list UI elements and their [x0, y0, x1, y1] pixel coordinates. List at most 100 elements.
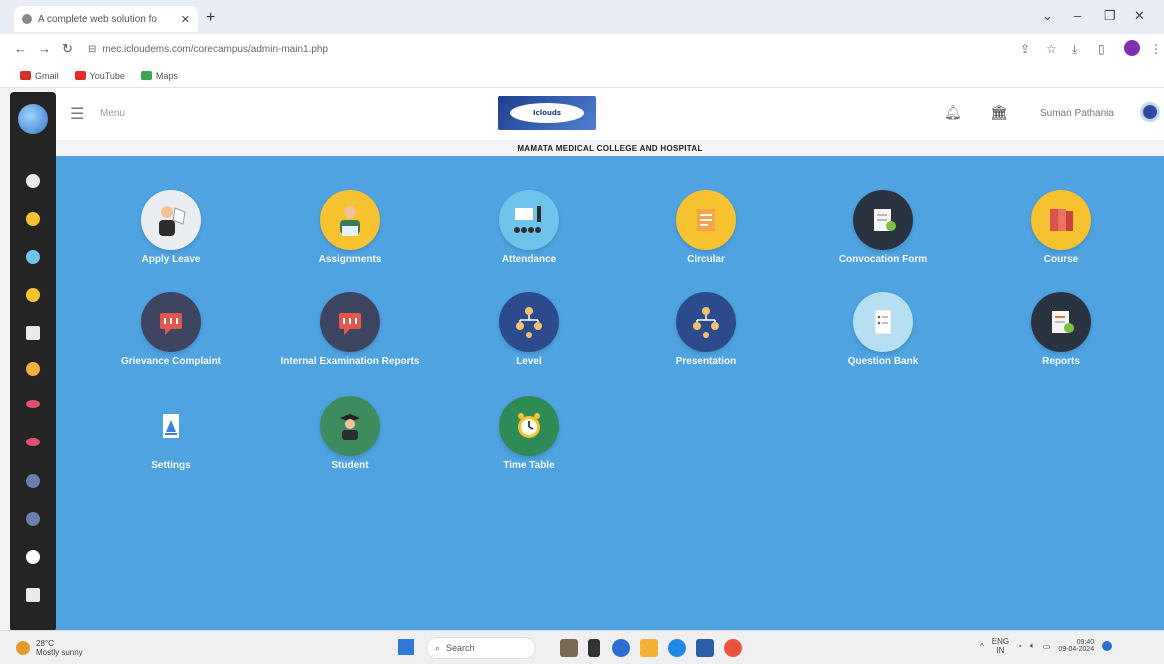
attendance-icon — [499, 190, 559, 250]
language-indicator[interactable]: ENG IN — [992, 637, 1009, 655]
windows-start-icon[interactable] — [398, 639, 414, 655]
app-logo-icon[interactable] — [18, 104, 48, 134]
user-name[interactable]: Suman Pathania — [1040, 108, 1114, 119]
tile-label: Course — [1043, 254, 1079, 265]
settings-icon — [141, 396, 201, 456]
tile-label: Settings — [151, 460, 191, 471]
new-tab-icon[interactable]: + — [206, 9, 215, 27]
tile-label: Grievance Complaint — [120, 356, 222, 367]
download-icon[interactable]: ⤓ — [1072, 42, 1077, 57]
taskbar-search[interactable]: ⌕ Search — [426, 637, 536, 659]
volume-icon[interactable]: 🔈︎ — [1030, 641, 1035, 651]
photos-app-icon[interactable] — [560, 639, 578, 657]
time-table-icon — [499, 396, 559, 456]
brand-logo-text: Iclouds — [532, 109, 562, 117]
tile-label: Apply Leave — [141, 254, 201, 265]
weather-widget[interactable]: 28°C Mostly sunny — [16, 639, 83, 657]
level-icon — [499, 292, 559, 352]
search-label: Search — [446, 643, 475, 653]
sidebar-report-icon[interactable] — [26, 438, 40, 446]
file-explorer-icon[interactable] — [640, 639, 658, 657]
share-icon[interactable]: ⇪ — [1020, 42, 1030, 56]
menu-label[interactable]: Menu — [100, 108, 125, 119]
chat-app-icon[interactable] — [612, 639, 630, 657]
institution-icon[interactable]: 🏛︎ — [990, 104, 1008, 121]
bookmark-youtube[interactable]: YouTube — [74, 70, 125, 81]
tab-search-icon[interactable]: ⌄ — [1042, 8, 1053, 24]
notification-bell-icon[interactable]: 🔔︎ — [944, 104, 962, 121]
browser-menu-icon[interactable]: ⋮ — [1150, 42, 1162, 56]
back-icon[interactable]: ← — [14, 41, 27, 56]
user-avatar[interactable] — [1140, 102, 1160, 122]
forward-icon[interactable]: → — [38, 41, 51, 56]
notification-icon[interactable] — [1102, 641, 1113, 651]
edge-browser-icon[interactable] — [668, 639, 686, 657]
bookmark-star-icon[interactable]: ☆ — [1046, 42, 1057, 56]
course-icon — [1031, 190, 1091, 250]
clock[interactable]: 09:40 09-04-2024 — [1058, 639, 1094, 653]
internal-examination-reports-icon — [320, 292, 380, 352]
tab-close-icon[interactable]: ✕ — [181, 13, 190, 26]
sidebar-complaint-icon[interactable] — [26, 400, 40, 408]
sidebar-user-icon[interactable] — [26, 212, 40, 226]
sidebar-dashboard-icon[interactable] — [26, 174, 40, 188]
tile-internal-examination-reports[interactable]: Internal Examination Reports — [275, 292, 425, 367]
sidebar-level-icon[interactable] — [26, 474, 40, 488]
tray-chevron-icon[interactable]: ^ — [980, 642, 984, 651]
tile-label: Student — [331, 460, 369, 471]
chrome-browser-icon[interactable] — [724, 639, 742, 657]
task-view-icon[interactable] — [588, 639, 600, 657]
tile-grievance-complaint[interactable]: Grievance Complaint — [96, 292, 246, 367]
reports-icon — [1031, 292, 1091, 352]
browser-tab[interactable]: A complete web solution fo ✕ — [14, 6, 198, 32]
youtube-icon — [74, 71, 86, 80]
sidebar-course-icon[interactable] — [26, 362, 40, 376]
wifi-icon[interactable]: ◔ — [1017, 642, 1022, 651]
tile-label: Level — [516, 356, 542, 367]
sidebar-question-icon[interactable] — [26, 550, 40, 564]
tile-circular[interactable]: Circular — [631, 190, 781, 265]
circular-icon — [676, 190, 736, 250]
tile-label: Time Table — [503, 460, 555, 471]
tile-assignments[interactable]: Assignments — [275, 190, 425, 265]
bookmark-maps[interactable]: Maps — [140, 71, 178, 81]
browser-tab-bar: A complete web solution fo ✕ + ⌄ – ❐ ✕ — [0, 0, 1164, 34]
reload-icon[interactable]: ↻ — [62, 41, 73, 57]
restore-icon[interactable]: ❐ — [1104, 8, 1116, 24]
tile-attendance[interactable]: Attendance — [454, 190, 604, 265]
sidebar-chart-icon[interactable] — [26, 250, 40, 264]
hamburger-menu-icon[interactable]: ☰ — [70, 104, 84, 124]
bookmark-gmail[interactable]: Gmail — [20, 71, 59, 81]
maps-icon — [140, 71, 152, 80]
tile-apply-leave[interactable]: Apply Leave — [96, 190, 246, 265]
tile-label: Reports — [1042, 356, 1080, 367]
tile-presentation[interactable]: Presentation — [631, 292, 781, 367]
sidebar-document-icon[interactable] — [26, 326, 40, 340]
sidebar-presentation-icon[interactable] — [26, 512, 40, 526]
minimize-icon[interactable]: – — [1074, 8, 1081, 23]
tile-course[interactable]: Course — [986, 190, 1136, 265]
gmail-icon — [20, 71, 31, 80]
tile-level[interactable]: Level — [454, 292, 604, 367]
tile-student[interactable]: Student — [275, 396, 425, 471]
tile-label: Presentation — [675, 356, 737, 367]
system-tray: ^ ENG IN ◔ 🔈︎ ▭ 09:40 09-04-2024 — [980, 637, 1113, 655]
store-app-icon[interactable] — [696, 639, 714, 657]
side-panel-icon[interactable]: ▯ — [1098, 42, 1105, 56]
brand-logo: Iclouds — [498, 96, 596, 130]
tile-time-table[interactable]: Time Table — [454, 396, 604, 471]
bookmark-label: Gmail — [35, 70, 59, 81]
tile-reports[interactable]: Reports — [986, 292, 1136, 367]
sidebar-circular-icon[interactable] — [26, 288, 40, 302]
url-field[interactable]: ⊟ mec.icloudems.com/corecampus/admin-mai… — [88, 40, 988, 58]
profile-avatar[interactable] — [1124, 40, 1140, 56]
sidebar-settings-icon[interactable] — [26, 588, 40, 602]
tile-settings[interactable]: Settings — [96, 396, 246, 471]
site-info-icon[interactable]: ⊟ — [88, 44, 96, 55]
tile-question-bank[interactable]: Question Bank — [808, 292, 958, 367]
close-window-icon[interactable]: ✕ — [1134, 8, 1145, 24]
tile-convocation-form[interactable]: Convocation Form — [808, 190, 958, 265]
bookmark-label: YouTube — [89, 70, 125, 81]
tile-label: Convocation Form — [838, 254, 928, 265]
battery-icon[interactable]: ▭ — [1043, 642, 1051, 651]
